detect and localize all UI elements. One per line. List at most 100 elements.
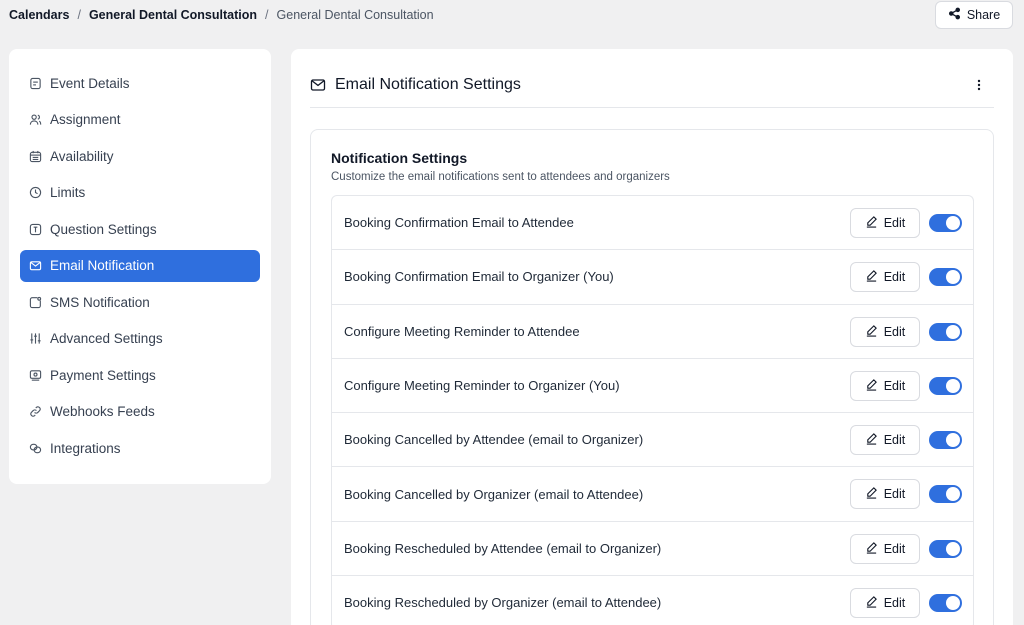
sidebar-item-sms-notification[interactable]: SMS Notification xyxy=(20,286,260,318)
notification-row: Booking Rescheduled by Attendee (email t… xyxy=(332,522,973,577)
sidebar-item-label: Advanced Settings xyxy=(50,331,163,346)
calendar-icon xyxy=(29,150,42,163)
edit-button[interactable]: Edit xyxy=(850,479,920,510)
sidebar-item-label: Assignment xyxy=(50,112,121,127)
sidebar-item-webhooks-feeds[interactable]: Webhooks Feeds xyxy=(20,396,260,428)
notification-row: Booking Cancelled by Attendee (email to … xyxy=(332,413,973,468)
notification-settings-card: Notification Settings Customize the emai… xyxy=(310,129,994,625)
edit-button[interactable]: Edit xyxy=(850,262,920,293)
edit-button[interactable]: Edit xyxy=(850,588,920,619)
notification-toggle[interactable] xyxy=(929,485,962,504)
sidebar-item-payment-settings[interactable]: Payment Settings xyxy=(20,359,260,391)
notification-label: Configure Meeting Reminder to Attendee xyxy=(344,323,580,339)
edit-label: Edit xyxy=(883,378,906,393)
toggle-knob xyxy=(946,487,960,502)
card-title: Notification Settings xyxy=(331,150,468,166)
toggle-knob xyxy=(946,541,960,556)
notification-label: Booking Confirmation Email to Attendee xyxy=(344,215,574,231)
edit-label: Edit xyxy=(883,324,906,339)
notification-toggle[interactable] xyxy=(929,376,962,395)
edit-button[interactable]: Edit xyxy=(850,370,920,401)
notification-label: Booking Cancelled by Organizer (email to… xyxy=(344,486,644,502)
pencil-icon xyxy=(865,215,878,231)
toggle-knob xyxy=(946,378,960,393)
edit-label: Edit xyxy=(883,270,906,285)
sidebar-item-label: Availability xyxy=(50,148,114,164)
edit-button[interactable]: Edit xyxy=(850,208,920,238)
pencil-icon xyxy=(865,324,878,340)
notification-toggle[interactable] xyxy=(929,268,962,287)
mail-icon xyxy=(310,77,326,93)
integrations-icon xyxy=(29,442,42,455)
share-label: Share xyxy=(966,8,1001,22)
users-icon xyxy=(29,113,42,126)
sidebar-item-event-details[interactable]: Event Details xyxy=(20,67,260,99)
notification-row: Booking Cancelled by Organizer (email to… xyxy=(332,467,973,522)
sidebar-item-label: Webhooks Feeds xyxy=(50,404,155,419)
edit-button[interactable]: Edit xyxy=(850,533,920,564)
notification-label: Booking Rescheduled by Organizer (email … xyxy=(344,595,662,611)
edit-button[interactable]: Edit xyxy=(850,316,920,347)
breadcrumb-current: General Dental Consultation xyxy=(276,8,434,22)
clock-icon xyxy=(29,186,42,199)
notification-toggle[interactable] xyxy=(929,214,962,232)
question-icon xyxy=(29,223,42,236)
notification-row: Booking Rescheduled by Organizer (email … xyxy=(332,576,973,625)
sidebar-item-availability[interactable]: Availability xyxy=(20,140,260,172)
page-title: Email Notification Settings xyxy=(335,76,521,93)
notification-label: Booking Rescheduled by Attendee (email t… xyxy=(344,540,662,556)
toggle-knob xyxy=(946,433,960,448)
edit-label: Edit xyxy=(883,216,906,230)
sidebar-item-label: Payment Settings xyxy=(50,367,156,383)
notification-toggle[interactable] xyxy=(929,539,962,558)
main-panel: Email Notification Settings Notification… xyxy=(291,49,1013,625)
notification-toggle[interactable] xyxy=(929,322,962,341)
pencil-icon xyxy=(865,378,878,394)
sidebar-item-question-settings[interactable]: Question Settings xyxy=(20,213,260,245)
notification-label: Booking Confirmation Email to Organizer … xyxy=(344,269,614,285)
sidebar-item-label: Event Details xyxy=(50,75,130,91)
notification-toggle[interactable] xyxy=(929,594,962,613)
sidebar-item-label: Email Notification xyxy=(50,258,155,273)
sidebar-item-label: Limits xyxy=(50,185,86,200)
card-subtitle: Customize the email notifications sent t… xyxy=(331,171,670,183)
sidebar-item-limits[interactable]: Limits xyxy=(20,177,260,209)
sidebar-item-label: Question Settings xyxy=(50,221,157,237)
share-button[interactable]: Share xyxy=(935,1,1013,29)
breadcrumb-calendars[interactable]: Calendars xyxy=(9,8,69,22)
notification-label: Booking Cancelled by Attendee (email to … xyxy=(344,432,644,448)
edit-label: Edit xyxy=(883,596,906,611)
toggle-knob xyxy=(946,216,960,230)
mail-icon xyxy=(29,259,42,272)
share-icon xyxy=(948,7,961,23)
notification-row: Booking Confirmation Email to Organizer … xyxy=(332,250,973,305)
breadcrumb: Calendars / General Dental Consultation … xyxy=(9,8,434,22)
document-icon xyxy=(29,77,42,90)
more-options-button[interactable] xyxy=(972,78,986,92)
sidebar-item-advanced-settings[interactable]: Advanced Settings xyxy=(20,323,260,355)
sidebar-item-email-notification[interactable]: Email Notification xyxy=(20,249,260,282)
pencil-icon xyxy=(865,432,878,448)
sidebar-item-label: Integrations xyxy=(50,440,121,456)
breadcrumb-separator: / xyxy=(265,8,269,22)
sidebar-item-assignment[interactable]: Assignment xyxy=(20,104,260,136)
notification-row: Booking Confirmation Email to Attendee E… xyxy=(332,196,973,251)
more-vertical-icon xyxy=(977,79,981,91)
payment-icon xyxy=(29,369,42,382)
edit-button[interactable]: Edit xyxy=(850,425,920,456)
main-header: Email Notification Settings xyxy=(310,69,994,108)
top-bar: Calendars / General Dental Consultation … xyxy=(0,0,1024,30)
toggle-knob xyxy=(946,270,960,285)
notification-toggle[interactable] xyxy=(929,431,962,450)
sidebar-item-integrations[interactable]: Integrations xyxy=(20,432,260,464)
notification-row: Configure Meeting Reminder to Organizer … xyxy=(332,359,973,414)
sidebar-item-label: SMS Notification xyxy=(50,294,150,310)
breadcrumb-separator: / xyxy=(77,8,81,22)
breadcrumb-event[interactable]: General Dental Consultation xyxy=(89,8,257,22)
pencil-icon xyxy=(865,269,878,285)
link-icon xyxy=(29,405,42,418)
edit-label: Edit xyxy=(883,541,906,556)
toggle-knob xyxy=(946,596,960,611)
pencil-icon xyxy=(865,595,878,611)
toggle-knob xyxy=(946,324,960,339)
